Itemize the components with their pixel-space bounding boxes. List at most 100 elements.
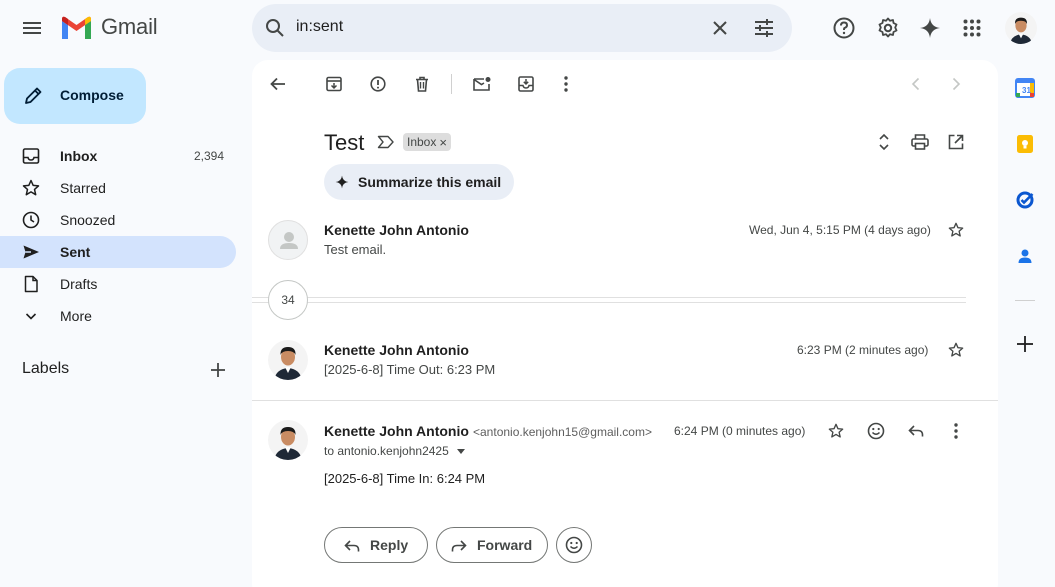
sender-avatar [268, 340, 308, 380]
plus-icon [211, 363, 225, 377]
message-view: Test Inbox × Summarize this email Kenett… [252, 60, 998, 587]
contacts-app-button[interactable] [1005, 236, 1045, 276]
chevron-left-icon [911, 77, 920, 91]
compose-label: Compose [60, 87, 124, 103]
sidebar-item-label: Snoozed [60, 212, 116, 228]
collapsed-divider-bottom [252, 302, 966, 303]
star-button[interactable] [816, 411, 856, 451]
clear-search-button[interactable] [700, 8, 740, 48]
star-button[interactable] [936, 330, 976, 370]
search-bar[interactable]: in:sent [252, 4, 792, 52]
message-body: [2025-6-8] Time In: 6:24 PM [324, 471, 486, 486]
delete-button[interactable] [402, 64, 442, 104]
print-icon [911, 134, 929, 150]
clock-icon [22, 211, 40, 229]
archive-icon [326, 76, 342, 92]
move-to-button[interactable] [506, 64, 546, 104]
message-date: 6:23 PM (2 minutes ago) [797, 343, 929, 357]
search-input[interactable]: in:sent [296, 18, 343, 36]
contacts-icon [1018, 249, 1032, 263]
gmail-logo[interactable]: Gmail [60, 14, 200, 42]
get-addons-button[interactable] [1005, 324, 1045, 364]
support-button[interactable] [824, 8, 864, 48]
arrow-left-icon [270, 77, 285, 91]
sidebar-item-label: Inbox [60, 148, 98, 164]
sidebar-item-label: Sent [60, 244, 91, 260]
add-reaction-button[interactable] [856, 411, 896, 451]
svg-text:31: 31 [1022, 86, 1031, 95]
sender-email: <antonio.kenjohn15@gmail.com> [473, 425, 652, 439]
star-outline-icon [948, 342, 964, 357]
recipient-line[interactable]: to antonio.kenjohn2425 [324, 444, 449, 458]
back-button[interactable] [258, 64, 298, 104]
importance-marker-icon[interactable] [377, 135, 395, 149]
sidebar-item-starred[interactable]: Starred [0, 172, 236, 204]
profile-photo-icon [268, 340, 308, 380]
person-icon [280, 232, 298, 249]
sparkle-icon [920, 18, 940, 38]
reply-icon [344, 540, 360, 552]
message-date: 6:24 PM (0 minutes ago) [674, 424, 806, 438]
sidebar-item-drafts[interactable]: Drafts [0, 268, 236, 300]
label-chip-text: Inbox [407, 135, 437, 149]
account-avatar[interactable] [1005, 12, 1037, 44]
sidebar-item-snoozed[interactable]: Snoozed [0, 204, 236, 236]
calendar-icon: 31 [1015, 78, 1035, 98]
older-button[interactable] [936, 64, 976, 104]
avatar-placeholder [268, 220, 308, 260]
calendar-app-button[interactable]: 31 [1005, 68, 1045, 108]
sidebar-item-sent[interactable]: Sent [0, 236, 236, 268]
react-button[interactable] [556, 527, 592, 563]
rail-divider [1015, 300, 1035, 301]
profile-photo-icon [268, 420, 308, 460]
gemini-button[interactable] [910, 8, 950, 48]
caret-down-icon[interactable] [457, 449, 465, 455]
forward-icon [451, 540, 467, 552]
forward-button[interactable]: Forward [436, 527, 548, 563]
google-apps-button[interactable] [952, 8, 992, 48]
message-snippet: Test email. [324, 242, 387, 257]
reply-label: Reply [370, 537, 409, 553]
search-options-button[interactable] [744, 8, 784, 48]
report-spam-button[interactable] [358, 64, 398, 104]
keep-app-button[interactable] [1005, 124, 1045, 164]
close-icon [713, 21, 727, 35]
message-collapsed[interactable]: Kenette John Antonio [2025-6-8] Time Out… [252, 330, 998, 390]
archive-button[interactable] [314, 64, 354, 104]
reply-button[interactable]: Reply [324, 527, 428, 563]
sidebar-item-label: Drafts [60, 276, 98, 292]
tasks-app-button[interactable] [1005, 180, 1045, 220]
help-icon [833, 17, 855, 39]
message-collapsed[interactable]: Kenette John Antonio Test email. Wed, Ju… [252, 210, 998, 270]
sidebar-item-label: More [60, 308, 92, 324]
forward-label: Forward [477, 537, 533, 553]
more-actions-button[interactable] [546, 64, 586, 104]
expand-all-button[interactable] [864, 122, 904, 162]
sender-name: Kenette John Antonio [324, 342, 469, 358]
gmail-wordmark: Gmail [101, 14, 158, 39]
main-menu-button[interactable] [12, 8, 52, 48]
settings-button[interactable] [868, 8, 908, 48]
print-button[interactable] [900, 122, 940, 162]
create-label-button[interactable] [198, 350, 238, 390]
newer-button[interactable] [896, 64, 936, 104]
compose-button[interactable]: Compose [4, 68, 146, 124]
trash-icon [416, 76, 428, 92]
collapsed-messages-count[interactable]: 34 [268, 280, 308, 320]
label-chip-inbox[interactable]: Inbox × [403, 133, 451, 151]
sparkle-icon [335, 175, 349, 189]
summarize-button[interactable]: Summarize this email [324, 164, 514, 200]
star-outline-icon [22, 179, 40, 196]
remove-label-button[interactable]: × [439, 135, 447, 150]
sidebar-item-more[interactable]: More [0, 300, 236, 332]
plus-icon [1017, 336, 1033, 352]
open-new-window-button[interactable] [936, 122, 976, 162]
tasks-icon [1016, 191, 1034, 209]
unread-count: 2,394 [193, 149, 224, 163]
reply-icon-button[interactable] [896, 411, 936, 451]
mark-unread-button[interactable] [462, 64, 502, 104]
star-button[interactable] [936, 210, 976, 250]
message-more-button[interactable] [936, 411, 976, 451]
sidebar-item-inbox[interactable]: Inbox 2,394 [0, 140, 236, 172]
gear-icon [878, 17, 898, 38]
